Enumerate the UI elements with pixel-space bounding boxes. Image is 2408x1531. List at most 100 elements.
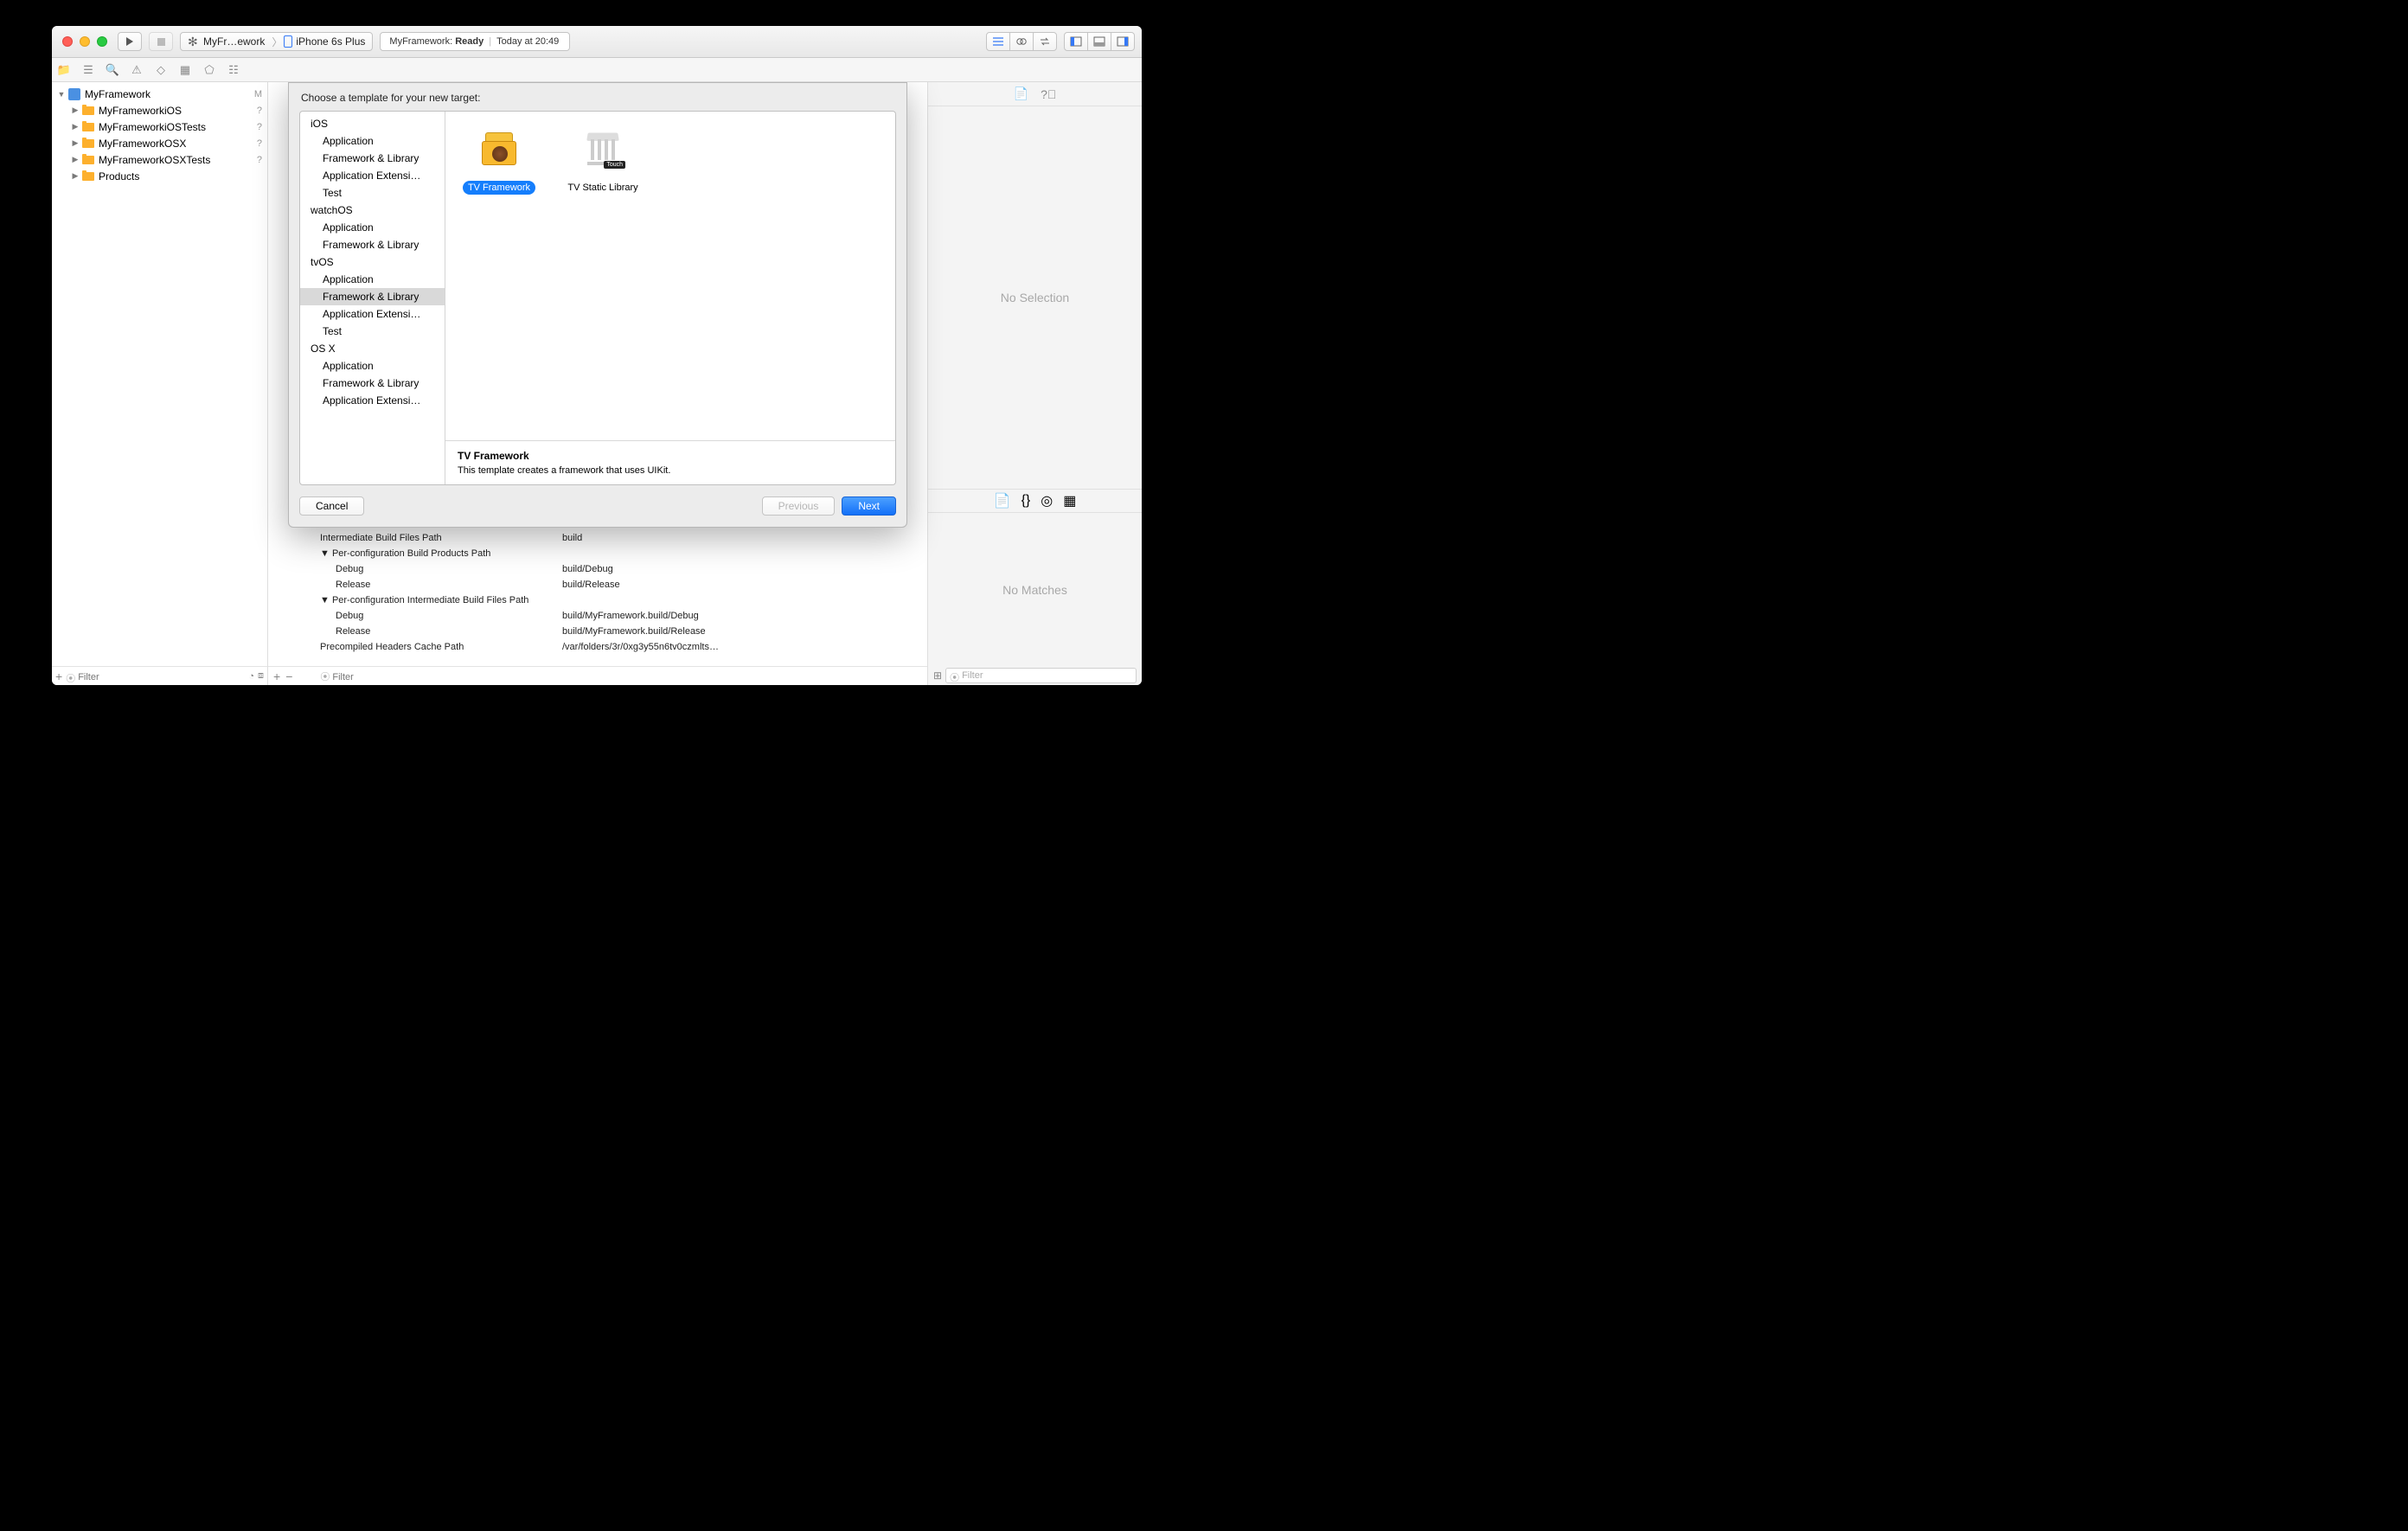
- folder-icon: [82, 154, 96, 166]
- category-row[interactable]: Application: [300, 357, 445, 375]
- project-navigator-tab[interactable]: 📁: [57, 63, 71, 77]
- tree-row[interactable]: ▶ MyFrameworkiOS ?: [52, 102, 267, 119]
- add-target-icon[interactable]: +: [273, 669, 280, 683]
- tree-row[interactable]: ▶ MyFrameworkOSX ?: [52, 135, 267, 151]
- editor-mode-group: [986, 32, 1057, 51]
- setting-row[interactable]: Release build/MyFramework.build/Release: [268, 624, 927, 639]
- file-inspector-tab[interactable]: 📄: [1014, 86, 1028, 101]
- scheme-device: iPhone 6s Plus: [296, 35, 365, 48]
- category-row[interactable]: Test: [300, 184, 445, 202]
- category-row[interactable]: iOS: [300, 115, 445, 132]
- zoom-window-button[interactable]: [97, 36, 107, 47]
- template-item[interactable]: TV Framework: [456, 122, 542, 195]
- setting-label: Intermediate Build Files Path: [268, 533, 562, 543]
- inspector-top-tabs: 📄 ?⃝: [928, 82, 1142, 106]
- next-button[interactable]: Next: [842, 496, 896, 516]
- recent-filter-icon[interactable]: ◔: [248, 671, 254, 682]
- panel-toggle-group: [1064, 32, 1135, 51]
- disclosure-triangle-icon[interactable]: ▶: [71, 122, 80, 131]
- sheet-title: Choose a template for your new target:: [289, 83, 906, 111]
- setting-row[interactable]: Release build/Release: [268, 577, 927, 593]
- desc-body: This template creates a framework that u…: [458, 465, 883, 476]
- navigator-tabs: 📁 ☰ 🔍 ⚠ ◇ ▦ ⬠ ☷: [52, 58, 1142, 82]
- category-row[interactable]: Application: [300, 271, 445, 288]
- minimize-window-button[interactable]: [80, 36, 90, 47]
- cancel-button[interactable]: Cancel: [299, 496, 364, 516]
- category-row[interactable]: Framework & Library: [300, 288, 445, 305]
- inspector-no-selection: No Selection: [928, 106, 1142, 489]
- quick-help-tab[interactable]: ?⃝: [1041, 87, 1056, 101]
- setting-row[interactable]: Intermediate Build Files Path build: [268, 530, 927, 546]
- toggle-left-panel-button[interactable]: [1064, 32, 1088, 51]
- category-row[interactable]: Application Extensi…: [300, 305, 445, 323]
- category-row[interactable]: watchOS: [300, 202, 445, 219]
- close-window-button[interactable]: [62, 36, 73, 47]
- tree-row[interactable]: ▶ Products: [52, 168, 267, 184]
- tree-row[interactable]: ▼ MyFramework M: [52, 86, 267, 102]
- grid-view-icon[interactable]: ⊞: [933, 669, 942, 682]
- file-template-library-tab[interactable]: 📄: [994, 492, 1011, 509]
- scm-status: ?: [257, 155, 262, 165]
- library-tabs: 📄 {} ◎ ▦: [928, 489, 1142, 513]
- setting-row[interactable]: ▼ Per-configuration Intermediate Build F…: [268, 593, 927, 608]
- report-navigator-tab[interactable]: ☷: [227, 63, 240, 77]
- media-library-tab[interactable]: ▦: [1063, 492, 1076, 509]
- stop-icon: [157, 38, 165, 46]
- add-icon[interactable]: +: [55, 669, 62, 683]
- template-item[interactable]: TouchTV Static Library: [560, 122, 646, 195]
- symbol-navigator-tab[interactable]: ☰: [81, 63, 95, 77]
- breakpoint-navigator-tab[interactable]: ⬠: [202, 63, 216, 77]
- issue-navigator-tab[interactable]: ⚠: [130, 63, 144, 77]
- setting-row[interactable]: Precompiled Headers Cache Path /var/fold…: [268, 639, 927, 655]
- toggle-right-panel-button[interactable]: [1111, 32, 1135, 51]
- code-snippet-library-tab[interactable]: {}: [1021, 493, 1031, 509]
- setting-row[interactable]: ▼ Per-configuration Build Products Path: [268, 546, 927, 561]
- object-library-tab[interactable]: ◎: [1041, 492, 1053, 509]
- category-row[interactable]: Framework & Library: [300, 236, 445, 253]
- category-row[interactable]: OS X: [300, 340, 445, 357]
- disclosure-triangle-icon[interactable]: ▶: [71, 138, 80, 148]
- tree-label: MyFrameworkiOSTests: [99, 121, 257, 133]
- category-row[interactable]: Application: [300, 132, 445, 150]
- test-navigator-tab[interactable]: ◇: [154, 63, 168, 77]
- disclosure-triangle-icon[interactable]: ▶: [71, 106, 80, 115]
- category-row[interactable]: Application Extensi…: [300, 392, 445, 409]
- run-button[interactable]: [118, 32, 142, 51]
- stop-button[interactable]: [149, 32, 173, 51]
- category-row[interactable]: Framework & Library: [300, 150, 445, 167]
- template-categories[interactable]: iOSApplicationFramework & LibraryApplica…: [300, 112, 445, 484]
- toolbox-icon: [477, 132, 522, 167]
- category-row[interactable]: Test: [300, 323, 445, 340]
- template-items[interactable]: TV FrameworkTouchTV Static Library: [445, 112, 895, 440]
- toggle-bottom-panel-button[interactable]: [1087, 32, 1111, 51]
- editor-filter-input[interactable]: [320, 672, 455, 682]
- disclosure-triangle-icon[interactable]: ▶: [71, 155, 80, 164]
- scm-status: ?: [257, 122, 262, 132]
- tree-row[interactable]: ▶ MyFrameworkOSXTests ?: [52, 151, 267, 168]
- category-row[interactable]: Application Extensi…: [300, 167, 445, 184]
- category-row[interactable]: Framework & Library: [300, 375, 445, 392]
- setting-row[interactable]: Debug build/MyFramework.build/Debug: [268, 608, 927, 624]
- disclosure-triangle-icon[interactable]: ▼: [57, 90, 66, 99]
- assistant-editor-button[interactable]: [1009, 32, 1034, 51]
- scheme-selector[interactable]: MyFr…ework 〉 iPhone 6s Plus: [180, 32, 373, 51]
- category-row[interactable]: Application: [300, 219, 445, 236]
- remove-target-icon[interactable]: −: [285, 669, 292, 683]
- navigator-filter-bar: + ◔ ⧈: [52, 666, 267, 685]
- standard-editor-button[interactable]: [986, 32, 1010, 51]
- tree-row[interactable]: ▶ MyFrameworkiOSTests ?: [52, 119, 267, 135]
- scm-filter-icon[interactable]: ⧈: [258, 670, 264, 682]
- category-row[interactable]: tvOS: [300, 253, 445, 271]
- navigator-filter-input[interactable]: [66, 672, 201, 682]
- version-editor-button[interactable]: [1033, 32, 1057, 51]
- find-navigator-tab[interactable]: 🔍: [106, 63, 119, 77]
- setting-label: ▼ Per-configuration Intermediate Build F…: [268, 595, 562, 605]
- library-filter-input[interactable]: Filter: [945, 668, 1137, 683]
- disclosure-triangle-icon[interactable]: ▶: [71, 171, 80, 181]
- previous-button[interactable]: Previous: [762, 496, 836, 516]
- setting-label: ▼ Per-configuration Build Products Path: [268, 548, 562, 559]
- setting-value: build/Release: [562, 580, 927, 590]
- debug-navigator-tab[interactable]: ▦: [178, 63, 192, 77]
- setting-row[interactable]: Debug build/Debug: [268, 561, 927, 577]
- project-tree[interactable]: ▼ MyFramework M▶ MyFrameworkiOS ?▶ MyFra…: [52, 82, 267, 666]
